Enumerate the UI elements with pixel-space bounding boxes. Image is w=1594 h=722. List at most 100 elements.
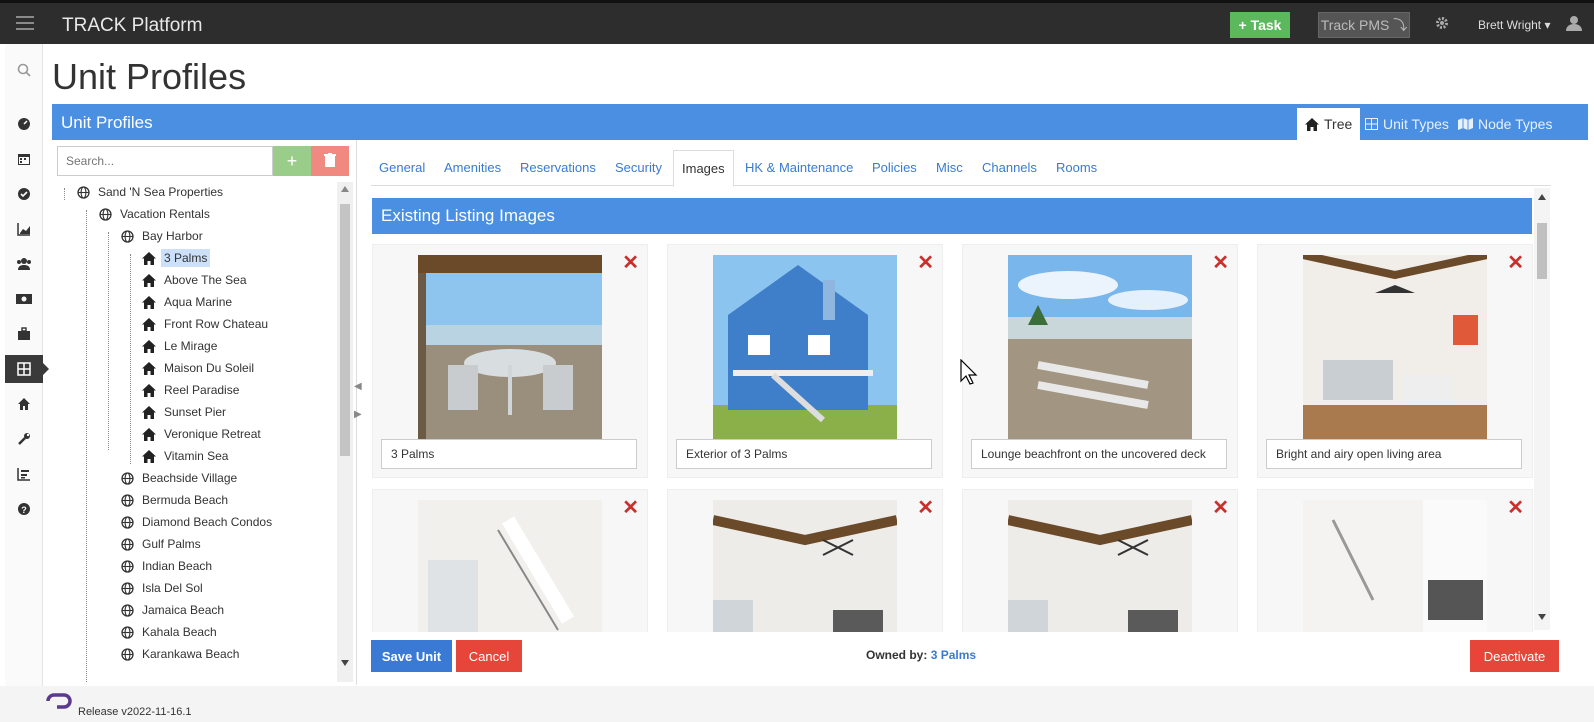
save-unit-button[interactable]: Save Unit (371, 640, 452, 672)
view-tab-tree[interactable]: Tree (1297, 108, 1361, 140)
tree-node[interactable]: 3 Palms (142, 247, 211, 269)
cancel-button[interactable]: Cancel (456, 640, 522, 672)
remove-image-icon[interactable]: ✕ (917, 498, 934, 518)
tree-node[interactable]: Gulf Palms (120, 533, 201, 555)
add-node-button[interactable]: + (273, 146, 311, 176)
tree-node[interactable]: Diamond Beach Condos (120, 511, 272, 533)
tree-node[interactable]: Veronique Retreat (142, 423, 261, 445)
tree-node[interactable]: Beachside Village (120, 467, 237, 489)
money-icon[interactable] (5, 285, 43, 313)
tree-scroll-thumb[interactable] (340, 204, 350, 456)
listing-photo[interactable] (1303, 255, 1487, 439)
tree-node[interactable]: Front Row Chateau (142, 313, 268, 335)
user-menu[interactable]: Brett Wright ▾ (1478, 18, 1551, 32)
remove-image-icon[interactable]: ✕ (622, 253, 639, 273)
tree-node-label: Indian Beach (142, 559, 213, 573)
tree-node[interactable]: Vacation Rentals (98, 203, 210, 225)
track-pms-button[interactable]: Track PMS ⤵ (1318, 12, 1410, 38)
mouse-cursor-icon (960, 359, 978, 385)
tab-policies[interactable]: Policies (864, 150, 925, 186)
help-icon[interactable]: ? (5, 495, 43, 523)
image-caption-input[interactable]: Exterior of 3 Palms (676, 439, 932, 469)
owner-link[interactable]: 3 Palms (931, 648, 976, 662)
remove-image-icon[interactable]: ✕ (622, 498, 639, 518)
tree-node[interactable]: Bay Harbor (120, 225, 203, 247)
tree-node[interactable]: Bermuda Beach (120, 489, 228, 511)
tree-node[interactable]: Sand 'N Sea Properties (76, 182, 223, 203)
home-icon[interactable] (5, 390, 43, 418)
tree-node[interactable]: Le Mirage (142, 335, 217, 357)
tab-reservations[interactable]: Reservations (512, 150, 604, 186)
chart-icon[interactable] (5, 215, 43, 243)
scroll-down-icon[interactable] (341, 660, 349, 666)
tab-amenities[interactable]: Amenities (436, 150, 509, 186)
dashboard-icon[interactable] (5, 110, 43, 138)
content-scroll-thumb[interactable] (1537, 223, 1547, 279)
listing-photo[interactable] (1303, 500, 1487, 632)
users-icon[interactable] (5, 250, 43, 278)
tree-connector (130, 254, 131, 464)
tree-node[interactable]: Sunset Pier (142, 401, 226, 423)
tree-node[interactable]: Kahala Beach (120, 621, 217, 643)
image-caption-input[interactable]: 3 Palms (381, 439, 637, 469)
view-tab-node-types[interactable]: Node Types (1450, 108, 1560, 140)
panel-collapse-toggle[interactable]: ◀ ▶ (354, 380, 362, 422)
user-avatar-icon[interactable] (1565, 14, 1583, 32)
scroll-down-icon[interactable] (1538, 614, 1546, 620)
images-content: Existing Listing Images ✕ 3 Palms ✕ Exterio… (372, 196, 1534, 632)
tab-hk-maintenance[interactable]: HK & Maintenance (737, 150, 861, 186)
image-caption-input[interactable]: Lounge beachfront on the uncovered deck (971, 439, 1227, 469)
remove-image-icon[interactable]: ✕ (1507, 498, 1524, 518)
tree-node[interactable]: Indian Beach (120, 555, 212, 577)
calendar-icon[interactable] (5, 145, 43, 173)
remove-image-icon[interactable]: ✕ (917, 253, 934, 273)
delete-node-button[interactable] (311, 146, 349, 176)
tree-node[interactable]: Jamaica Beach (120, 599, 224, 621)
check-icon[interactable] (5, 180, 43, 208)
search-icon[interactable] (5, 56, 43, 84)
listing-photo[interactable] (1008, 255, 1192, 439)
menu-icon[interactable] (16, 16, 34, 30)
add-task-button[interactable]: + Task (1230, 12, 1290, 38)
tab-channels[interactable]: Channels (974, 150, 1045, 186)
left-nav: ? (5, 44, 49, 722)
map-icon (1458, 118, 1473, 130)
tab-misc[interactable]: Misc (928, 150, 971, 186)
view-tab-unit-types[interactable]: Unit Types (1357, 108, 1457, 140)
remove-image-icon[interactable]: ✕ (1212, 498, 1229, 518)
listing-photo[interactable] (713, 255, 897, 439)
units-grid-icon[interactable] (5, 355, 49, 383)
remove-image-icon[interactable]: ✕ (1507, 253, 1524, 273)
tree-search-input[interactable] (57, 146, 273, 176)
tree-node[interactable]: Above The Sea (142, 269, 247, 291)
tab-rooms[interactable]: Rooms (1048, 150, 1105, 186)
home-icon (142, 295, 156, 309)
tree-node[interactable]: Vitamin Sea (142, 445, 228, 467)
owned-by: Owned by: 3 Palms (866, 648, 977, 662)
tab-general[interactable]: General (371, 150, 433, 186)
image-caption-input[interactable]: Bright and airy open living area (1266, 439, 1522, 469)
deactivate-button[interactable]: Deactivate (1470, 640, 1559, 672)
tree-node[interactable]: Maison Du Soleil (142, 357, 254, 379)
remove-image-icon[interactable]: ✕ (1212, 253, 1229, 273)
tree-node[interactable]: Isla Del Sol (120, 577, 203, 599)
tab-security[interactable]: Security (607, 150, 670, 186)
home-icon (142, 405, 156, 419)
tree-connector (108, 232, 109, 450)
listing-photo[interactable] (1008, 500, 1192, 632)
home-icon (142, 383, 156, 397)
tree-node[interactable]: Karankawa Beach (120, 643, 239, 665)
tree-node-label: Front Row Chateau (164, 317, 269, 331)
tab-images[interactable]: Images (673, 150, 734, 187)
scroll-up-icon[interactable] (341, 186, 349, 192)
report-icon[interactable] (5, 460, 43, 488)
scroll-up-icon[interactable] (1538, 194, 1546, 200)
briefcase-icon[interactable] (5, 320, 43, 348)
gear-icon[interactable] (1435, 16, 1449, 30)
listing-photo[interactable] (418, 255, 602, 439)
tree-node[interactable]: Aqua Marine (142, 291, 232, 313)
listing-photo[interactable] (713, 500, 897, 632)
wrench-icon[interactable] (5, 425, 43, 453)
listing-photo[interactable] (418, 500, 602, 632)
tree-node[interactable]: Reel Paradise (142, 379, 239, 401)
